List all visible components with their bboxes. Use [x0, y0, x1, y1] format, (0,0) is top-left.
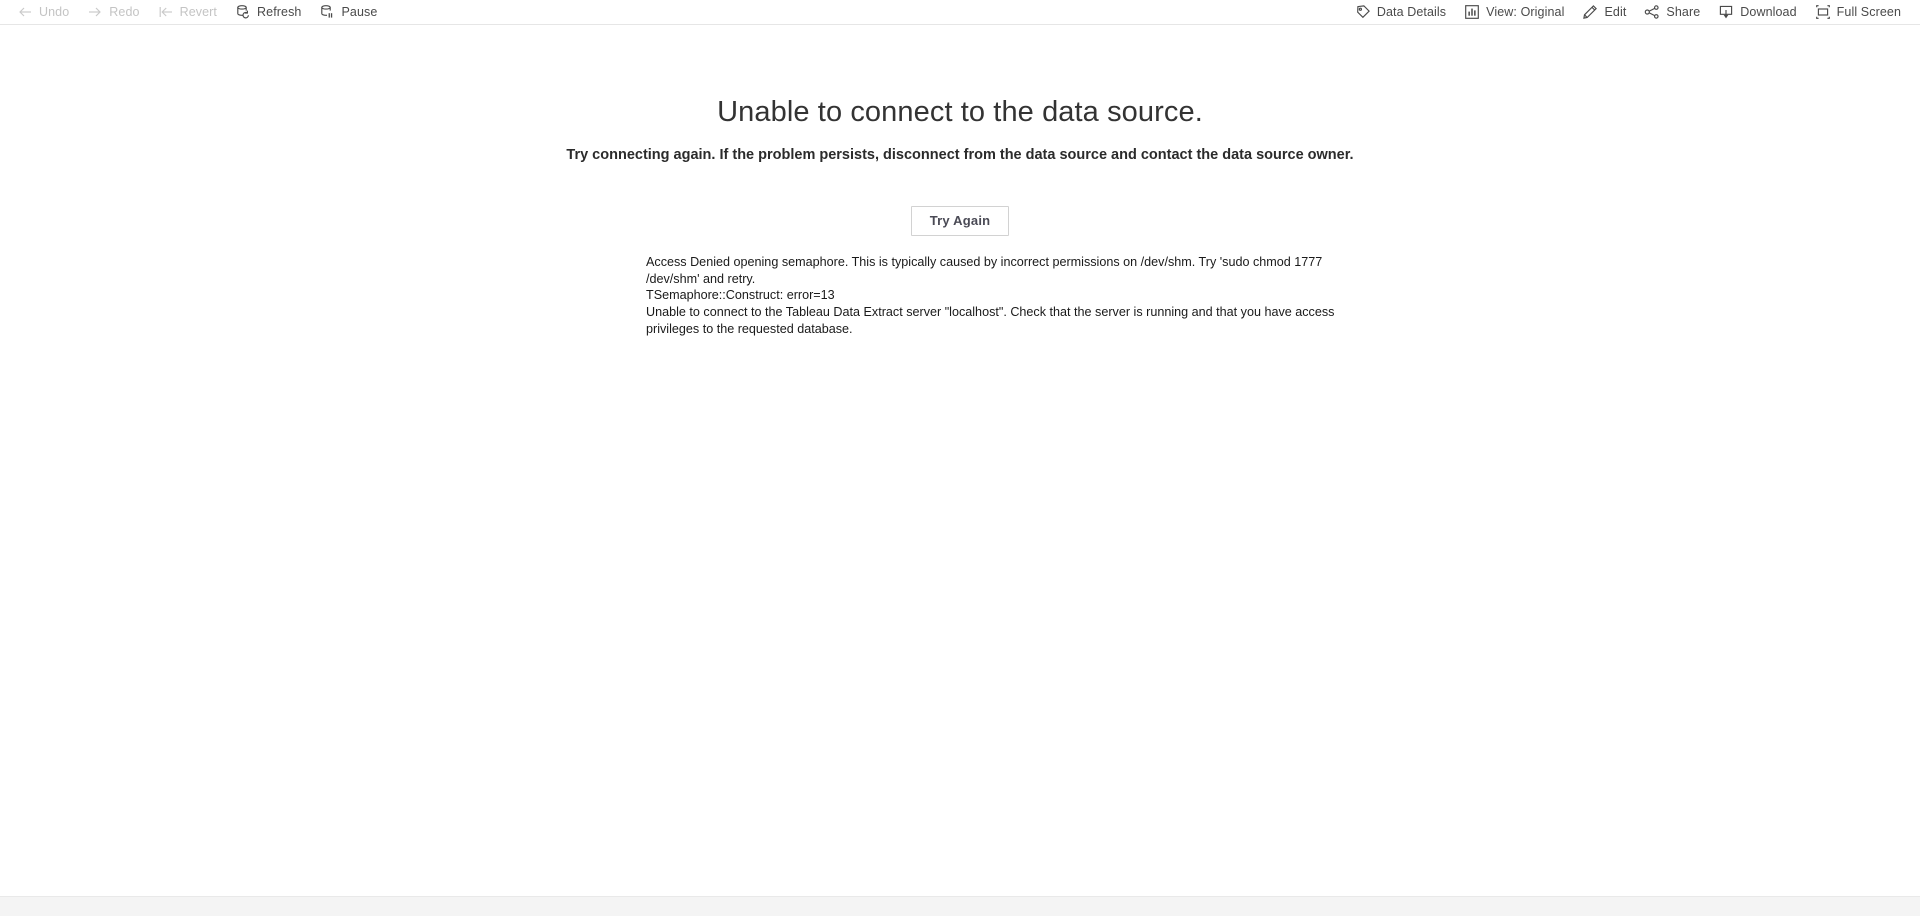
error-subtitle: Try connecting again. If the problem per… [566, 147, 1354, 163]
undo-arrow-icon [17, 4, 33, 20]
bottom-status-bar [0, 896, 1920, 916]
top-toolbar: Undo Redo Revert Refresh Pause Data Deta… [0, 0, 1920, 25]
try-again-container: Try Again [0, 206, 1920, 236]
try-again-button[interactable]: Try Again [910, 206, 1010, 236]
view-original-button[interactable]: View: Original [1455, 0, 1573, 24]
revert-button[interactable]: Revert [149, 0, 226, 24]
revert-arrow-icon [158, 4, 174, 20]
share-label: Share [1666, 4, 1701, 19]
toolbar-right-group: Data Details View: Original Edit Share D… [1346, 0, 1920, 24]
share-button[interactable]: Share [1635, 0, 1709, 24]
refresh-database-icon [235, 4, 251, 20]
undo-label: Undo [39, 4, 70, 19]
fullscreen-icon [1815, 4, 1831, 20]
full-screen-label: Full Screen [1836, 4, 1901, 19]
edit-button[interactable]: Edit [1573, 0, 1635, 24]
error-detail-line: TSemaphore::Construct: error=13 [646, 288, 835, 303]
toolbar-left-group: Undo Redo Revert Refresh Pause [0, 0, 386, 24]
download-icon [1718, 4, 1734, 20]
view-original-label: View: Original [1486, 4, 1565, 19]
bar-chart-icon [1464, 4, 1480, 20]
redo-label: Redo [109, 4, 140, 19]
pencil-icon [1582, 4, 1598, 20]
error-title: Unable to connect to the data source. [717, 96, 1203, 128]
share-nodes-icon [1644, 4, 1660, 20]
data-details-label: Data Details [1376, 4, 1447, 19]
download-button[interactable]: Download [1709, 0, 1805, 24]
full-screen-button[interactable]: Full Screen [1806, 0, 1910, 24]
pause-button[interactable]: Pause [310, 0, 386, 24]
tag-icon [1355, 4, 1371, 20]
data-details-button[interactable]: Data Details [1346, 0, 1455, 24]
pause-label: Pause [341, 4, 378, 19]
refresh-button[interactable]: Refresh [226, 0, 310, 24]
redo-button[interactable]: Redo [78, 0, 148, 24]
edit-label: Edit [1604, 4, 1627, 19]
pause-database-icon [319, 4, 335, 20]
error-view: Unable to connect to the data source. Tr… [0, 26, 1920, 896]
error-detail-line: Unable to connect to the Tableau Data Ex… [646, 305, 1335, 336]
revert-label: Revert [179, 4, 218, 19]
redo-arrow-icon [87, 4, 103, 20]
error-details-block: Access Denied opening semaphore. This is… [646, 254, 1352, 338]
download-label: Download [1740, 4, 1797, 19]
undo-button[interactable]: Undo [8, 0, 78, 24]
error-detail-line: Access Denied opening semaphore. This is… [646, 255, 1323, 286]
refresh-label: Refresh [257, 4, 302, 19]
